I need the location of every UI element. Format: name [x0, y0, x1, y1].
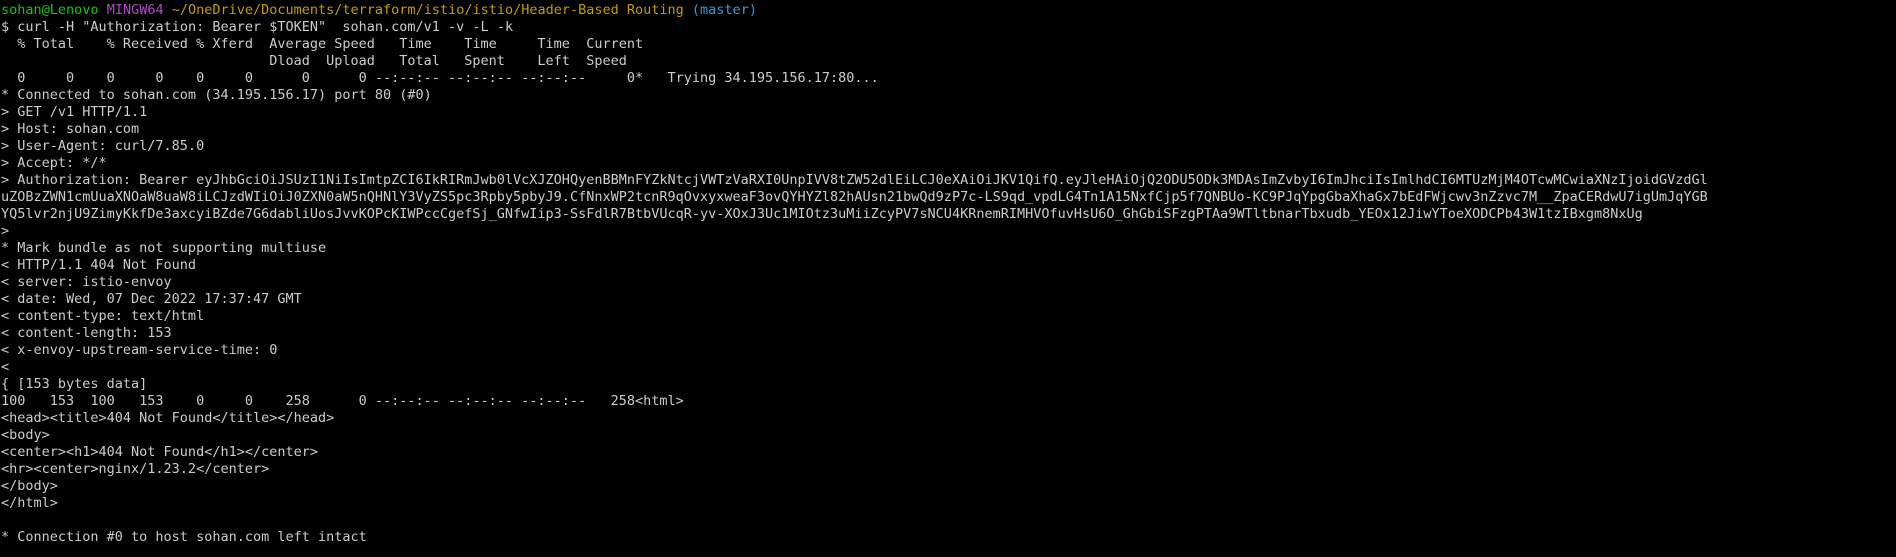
output-line: </html>	[1, 495, 58, 511]
output-line: * Connection #0 to host sohan.com left i…	[1, 529, 367, 545]
terminal-window[interactable]: sohan@Lenovo MINGW64 ~/OneDrive/Document…	[0, 0, 1896, 557]
output-line: uZOBzZWN1cmUuaXNOaW8uaW8iLCJzdWIiOiJ0ZXN…	[1, 189, 1708, 205]
output-line: > Host: sohan.com	[1, 121, 140, 137]
output-line: <hr><center>nginx/1.23.2</center>	[1, 461, 270, 477]
output-line: < content-type: text/html	[1, 308, 205, 324]
prompt-git-branch: (master)	[691, 2, 757, 18]
output-line: 100 153 100 153 0 0 258 0 --:--:-- --:--…	[1, 393, 684, 409]
output-line: > GET /v1 HTTP/1.1	[1, 104, 148, 120]
command-line: $ curl -H "Authorization: Bearer $TOKEN"…	[1, 19, 1896, 36]
prompt-system: MINGW64	[106, 2, 164, 18]
output-line: < HTTP/1.1 404 Not Found	[1, 257, 197, 273]
output-line: <body>	[1, 427, 50, 443]
output-line: { [153 bytes data]	[1, 376, 148, 392]
output-line: <	[1, 359, 10, 375]
output-line: > Accept: */*	[1, 155, 107, 171]
output-line: % Total % Received % Xferd Average Speed…	[1, 36, 644, 52]
output-line: </body>	[1, 478, 58, 494]
output-line: < content-length: 153	[1, 325, 172, 341]
output-line: * Mark bundle as not supporting multiuse	[1, 240, 327, 256]
output-line: YQ5lvr2njU9ZimyKkfDe3axcyiBZde7G6dabliUo…	[1, 206, 1643, 222]
output-line: < server: istio-envoy	[1, 274, 172, 290]
output-line: < x-envoy-upstream-service-time: 0	[1, 342, 278, 358]
output-line: <center><h1>404 Not Found</h1></center>	[1, 444, 318, 460]
prompt-symbol: $	[1, 19, 10, 35]
output-line: < date: Wed, 07 Dec 2022 17:37:47 GMT	[1, 291, 302, 307]
terminal-output: % Total % Received % Xferd Average Speed…	[1, 36, 1896, 546]
output-line: * Connected to sohan.com (34.195.156.17)…	[1, 87, 432, 103]
output-line: >	[1, 223, 10, 239]
output-line: Dload Upload Total Spent Left Speed	[1, 53, 627, 69]
output-line: > Authorization: Bearer eyJhbGciOiJSUzI1…	[1, 172, 1708, 188]
prompt-path: ~/OneDrive/Documents/terraform/istio/ist…	[171, 2, 684, 18]
output-line: > User-Agent: curl/7.85.0	[1, 138, 205, 154]
output-line: <head><title>404 Not Found</title></head…	[1, 410, 335, 426]
prompt-user-host: sohan@Lenovo	[1, 2, 99, 18]
prompt-line: sohan@Lenovo MINGW64 ~/OneDrive/Document…	[1, 2, 1896, 19]
output-line: 0 0 0 0 0 0 0 0 --:--:-- --:--:-- --:--:…	[1, 70, 879, 86]
command-text: curl -H "Authorization: Bearer $TOKEN" s…	[17, 19, 514, 35]
